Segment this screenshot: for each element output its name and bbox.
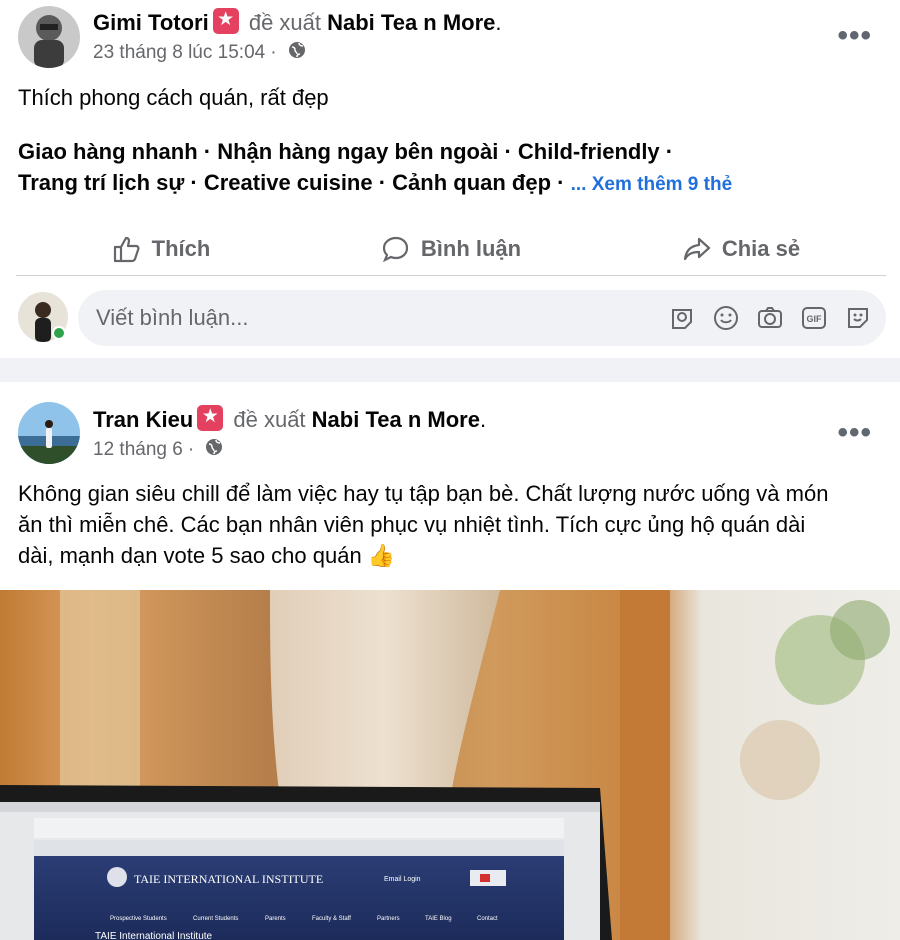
more-options-icon[interactable]: •••	[837, 21, 872, 51]
screen-nav-item: TAIE Blog	[425, 916, 452, 922]
comment-input[interactable]	[96, 305, 636, 331]
globe-icon	[205, 438, 223, 462]
post-text: Không gian siêu chill để làm việc hay tụ…	[18, 478, 828, 571]
post-photo[interactable]: TAIE INTERNATIONAL INSTITUTE Email Login…	[0, 590, 900, 940]
sticker-icon[interactable]	[844, 304, 872, 332]
share-button[interactable]: Chia sẻ	[596, 222, 886, 275]
share-icon	[683, 237, 710, 260]
share-label: Chia sẻ	[721, 235, 801, 261]
comment-box[interactable]: GIF	[78, 290, 886, 346]
action-bar: Thích Bình luận Chia sẻ	[16, 222, 886, 276]
post-card: Tran Kieu đề xuất Nabi Tea n More. 12 th…	[0, 382, 900, 940]
page-name[interactable]: Nabi Tea n More	[327, 10, 495, 35]
screen-nav-item: Contact	[477, 916, 498, 922]
comment-label: Bình luận	[420, 235, 522, 261]
post-meta: 12 tháng 6 ·	[93, 438, 223, 462]
post-text: Thích phong cách quán, rất đẹp	[18, 85, 329, 110]
action-verb: đề xuất	[233, 407, 306, 432]
camera-icon[interactable]	[756, 304, 784, 332]
recommend-badge-icon	[197, 404, 224, 431]
author-name[interactable]: Gimi Totori	[93, 10, 209, 35]
meta-separator: ·	[187, 439, 195, 460]
emoji-icon[interactable]	[712, 304, 740, 332]
screen-login: Email Login	[384, 876, 421, 883]
comment-tools: GIF	[668, 304, 872, 332]
post-text-line: Không gian siêu chill để làm việc hay tụ…	[18, 481, 829, 506]
post-card: Gimi Totori đề xuất Nabi Tea n More. 23 …	[0, 0, 900, 358]
like-icon	[113, 236, 140, 262]
globe-icon	[288, 41, 306, 65]
post-timestamp[interactable]: 23 tháng 8 lúc 15:04	[93, 42, 265, 64]
action-verb: đề xuất	[248, 10, 321, 35]
screen-nav-item: Parents	[265, 916, 286, 922]
more-options-icon[interactable]: •••	[837, 418, 872, 448]
post-tags: Giao hàng nhanh · Nhận hàng ngay bên ngo…	[18, 136, 878, 200]
screen-title: TAIE INTERNATIONAL INSTITUTE	[134, 872, 323, 886]
screen-nav-item: Prospective Students	[110, 916, 167, 922]
page-name[interactable]: Nabi Tea n More	[312, 407, 480, 432]
like-button[interactable]: Thích	[16, 222, 306, 275]
svg-text:GIF: GIF	[807, 314, 823, 324]
thumbs-up-emoji: 👍	[367, 543, 396, 568]
screen-nav-item: Faculty & Staff	[312, 916, 351, 922]
post-header: Gimi Totori đề xuất Nabi Tea n More.	[93, 7, 502, 36]
author-avatar[interactable]	[18, 402, 80, 464]
post-meta: 23 tháng 8 lúc 15:04 ·	[93, 41, 306, 65]
post-timestamp[interactable]: 12 tháng 6	[93, 439, 183, 461]
recommend-badge-icon	[212, 7, 239, 34]
avatar-sticker-icon[interactable]	[668, 304, 696, 332]
screen-footer: TAIE International Institute	[95, 931, 213, 940]
post-text-line: ăn thì miễn chê. Các bạn nhân viên phục …	[18, 512, 806, 537]
screen-nav-item: Current Students	[193, 916, 238, 922]
comment-button[interactable]: Bình luận	[306, 222, 596, 275]
author-avatar[interactable]	[18, 6, 80, 68]
tags-line: Giao hàng nhanh · Nhận hàng ngay bên ngo…	[18, 139, 674, 164]
see-more-tags-link[interactable]: ... Xem thêm 9 thẻ	[571, 174, 733, 195]
tags-line: Trang trí lịch sự · Creative cuisine · C…	[18, 170, 565, 195]
post-header: Tran Kieu đề xuất Nabi Tea n More.	[93, 404, 486, 433]
comment-icon	[382, 236, 408, 262]
like-label: Thích	[151, 235, 211, 261]
meta-separator: ·	[270, 42, 277, 63]
post-text-line: dài, mạnh dạn vote 5 sao cho quán	[18, 543, 362, 568]
online-status-indicator	[52, 326, 66, 340]
screen-nav-item: Partners	[377, 916, 400, 922]
comment-composer: GIF	[18, 290, 888, 346]
author-name[interactable]: Tran Kieu	[93, 407, 193, 432]
gif-icon[interactable]: GIF	[800, 304, 828, 332]
